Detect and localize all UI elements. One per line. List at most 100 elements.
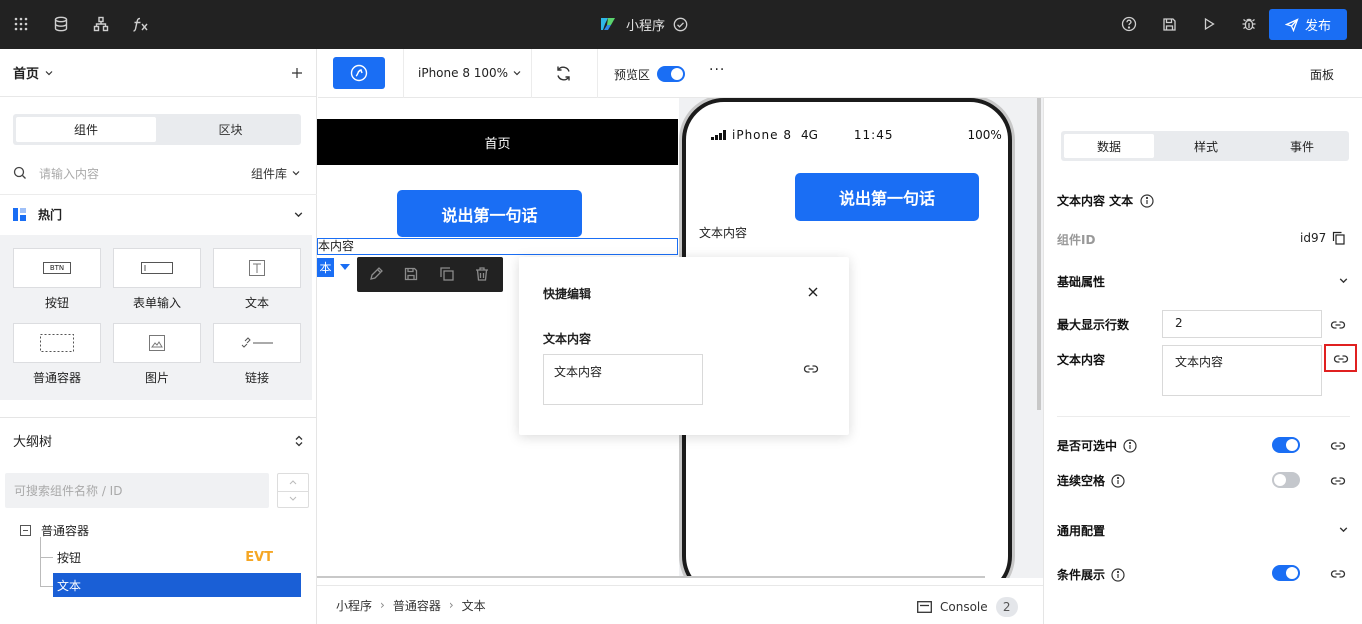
selected-component-tag[interactable]: 本 xyxy=(317,258,334,277)
caret-down-icon[interactable] xyxy=(340,264,350,271)
component-label: 按钮 xyxy=(44,296,69,310)
save-icon[interactable] xyxy=(1157,12,1181,36)
selected-text-component[interactable]: 本内容 xyxy=(317,238,678,255)
component-form-input[interactable]: 表单输入 xyxy=(113,248,201,311)
collapse-icon[interactable] xyxy=(20,525,31,536)
canvas-button[interactable]: 说出第一句话 xyxy=(397,190,582,237)
breadcrumb-item[interactable]: 文本 xyxy=(462,597,486,614)
component-image[interactable]: 图片 xyxy=(113,323,201,386)
search-icon xyxy=(13,166,27,180)
publish-button[interactable]: 发布 xyxy=(1269,9,1347,40)
component-toolbar xyxy=(357,257,503,292)
close-icon[interactable] xyxy=(808,287,818,297)
function-icon[interactable] xyxy=(129,12,153,36)
link-icon[interactable] xyxy=(1330,473,1346,489)
link-icon[interactable] xyxy=(1330,317,1346,333)
device-selector[interactable]: iPhone 8 100% xyxy=(418,66,522,80)
debug-icon[interactable] xyxy=(1237,12,1261,36)
play-icon[interactable] xyxy=(1197,12,1221,36)
component-grid: BTN 按钮 表单输入 文本 普通容器 图片 链接 xyxy=(0,235,312,400)
more-icon[interactable]: ··· xyxy=(709,62,725,78)
selectable-toggle[interactable] xyxy=(1272,437,1300,453)
copy-icon[interactable] xyxy=(439,266,455,282)
chevron-down-icon[interactable] xyxy=(1338,524,1349,535)
apps-grid-icon[interactable] xyxy=(9,12,33,36)
condition-toggle[interactable] xyxy=(1272,565,1300,581)
hot-section-header[interactable]: 热门 xyxy=(0,194,317,234)
component-label: 文本 xyxy=(244,296,269,310)
general-config-header[interactable]: 通用配置 xyxy=(1057,522,1105,539)
chevron-down-icon[interactable] xyxy=(1338,275,1349,286)
breadcrumb-item[interactable]: 普通容器 xyxy=(393,597,441,614)
chevron-up-icon[interactable] xyxy=(289,479,297,485)
hot-section-title: 热门 xyxy=(38,208,63,222)
tree-node-button[interactable]: 按钮 EVT xyxy=(53,545,301,569)
info-icon[interactable] xyxy=(1140,193,1154,208)
info-icon[interactable] xyxy=(1111,567,1125,582)
component-button[interactable]: BTN 按钮 xyxy=(13,248,101,311)
horizontal-scrollbar[interactable] xyxy=(317,576,985,578)
vertical-scrollbar[interactable] xyxy=(1037,98,1041,410)
property-panel: 数据 样式 事件 文本内容 文本 组件ID id97 基础属性 最大显示行数 2… xyxy=(1043,98,1362,624)
chevron-down-icon[interactable] xyxy=(289,496,297,502)
outline-stepper[interactable] xyxy=(277,473,309,508)
status-check-icon xyxy=(673,17,688,32)
condition-row: 条件展示 xyxy=(1057,566,1125,583)
selectable-label: 是否可选中 xyxy=(1057,439,1118,453)
save-icon[interactable] xyxy=(403,266,419,282)
delete-icon[interactable] xyxy=(474,266,490,282)
info-icon[interactable] xyxy=(1111,473,1125,488)
link-preview-icon xyxy=(240,337,274,349)
copy-icon[interactable] xyxy=(1332,231,1345,245)
max-lines-input[interactable]: 2 xyxy=(1162,310,1322,338)
edit-icon[interactable] xyxy=(368,266,384,282)
console-button[interactable]: Console 2 xyxy=(917,597,1018,617)
tree-root[interactable]: 普通容器 xyxy=(20,522,89,539)
phone-text: 文本内容 xyxy=(699,226,748,240)
help-icon[interactable] xyxy=(1117,12,1141,36)
link-icon[interactable] xyxy=(1333,351,1349,367)
console-icon xyxy=(917,601,932,613)
tree-node-text-selected[interactable]: 文本 xyxy=(53,573,301,597)
app-title: 小程序 xyxy=(598,14,688,34)
text-content-textarea[interactable]: 文本内容 xyxy=(1162,345,1322,396)
page-header: 首页 xyxy=(317,119,678,165)
continuous-space-row: 连续空格 xyxy=(1057,472,1125,489)
tree-icon[interactable] xyxy=(89,12,113,36)
add-page-icon[interactable] xyxy=(291,67,303,79)
info-icon[interactable] xyxy=(1123,438,1137,453)
search-input[interactable]: 请输入内容 xyxy=(39,165,251,182)
continuous-space-toggle[interactable] xyxy=(1272,472,1300,488)
database-icon[interactable] xyxy=(49,12,73,36)
component-title: 文本内容 文本 xyxy=(1057,192,1154,209)
tab-data[interactable]: 数据 xyxy=(1064,134,1154,158)
link-icon[interactable] xyxy=(1330,438,1346,454)
component-link[interactable]: 链接 xyxy=(213,323,301,386)
basic-props-header[interactable]: 基础属性 xyxy=(1057,273,1105,290)
outline-search-input[interactable]: 可搜索组件名称 / ID xyxy=(5,473,269,508)
link-icon[interactable] xyxy=(1330,566,1346,582)
page-selector[interactable]: 首页 xyxy=(13,63,54,82)
tab-style[interactable]: 样式 xyxy=(1161,134,1251,158)
phone-button[interactable]: 说出第一句话 xyxy=(795,173,979,221)
quick-edit-textarea[interactable]: 文本内容 xyxy=(543,354,703,405)
link-icon[interactable] xyxy=(803,361,819,377)
component-container[interactable]: 普通容器 xyxy=(13,323,101,386)
component-id-value: id97 xyxy=(1300,231,1327,245)
panel-toggle[interactable]: 面板 xyxy=(1310,66,1334,83)
component-id-label: 组件ID xyxy=(1057,233,1096,247)
component-text[interactable]: 文本 xyxy=(213,248,301,311)
app-title-text: 小程序 xyxy=(626,18,666,34)
text-content-value: 文本内容 xyxy=(1175,355,1224,369)
component-label: 表单输入 xyxy=(132,296,181,310)
tab-blocks[interactable]: 区块 xyxy=(163,117,298,142)
preview-toggle[interactable] xyxy=(657,66,685,82)
outline-header[interactable]: 大纲树 xyxy=(0,417,317,463)
tab-components[interactable]: 组件 xyxy=(16,117,156,142)
refresh-icon[interactable] xyxy=(555,65,572,82)
breadcrumb-item[interactable]: 小程序 xyxy=(336,597,372,614)
logic-button[interactable] xyxy=(333,57,385,89)
tab-events[interactable]: 事件 xyxy=(1257,134,1347,158)
component-label: 链接 xyxy=(244,371,269,385)
library-selector[interactable]: 组件库 xyxy=(251,165,301,182)
